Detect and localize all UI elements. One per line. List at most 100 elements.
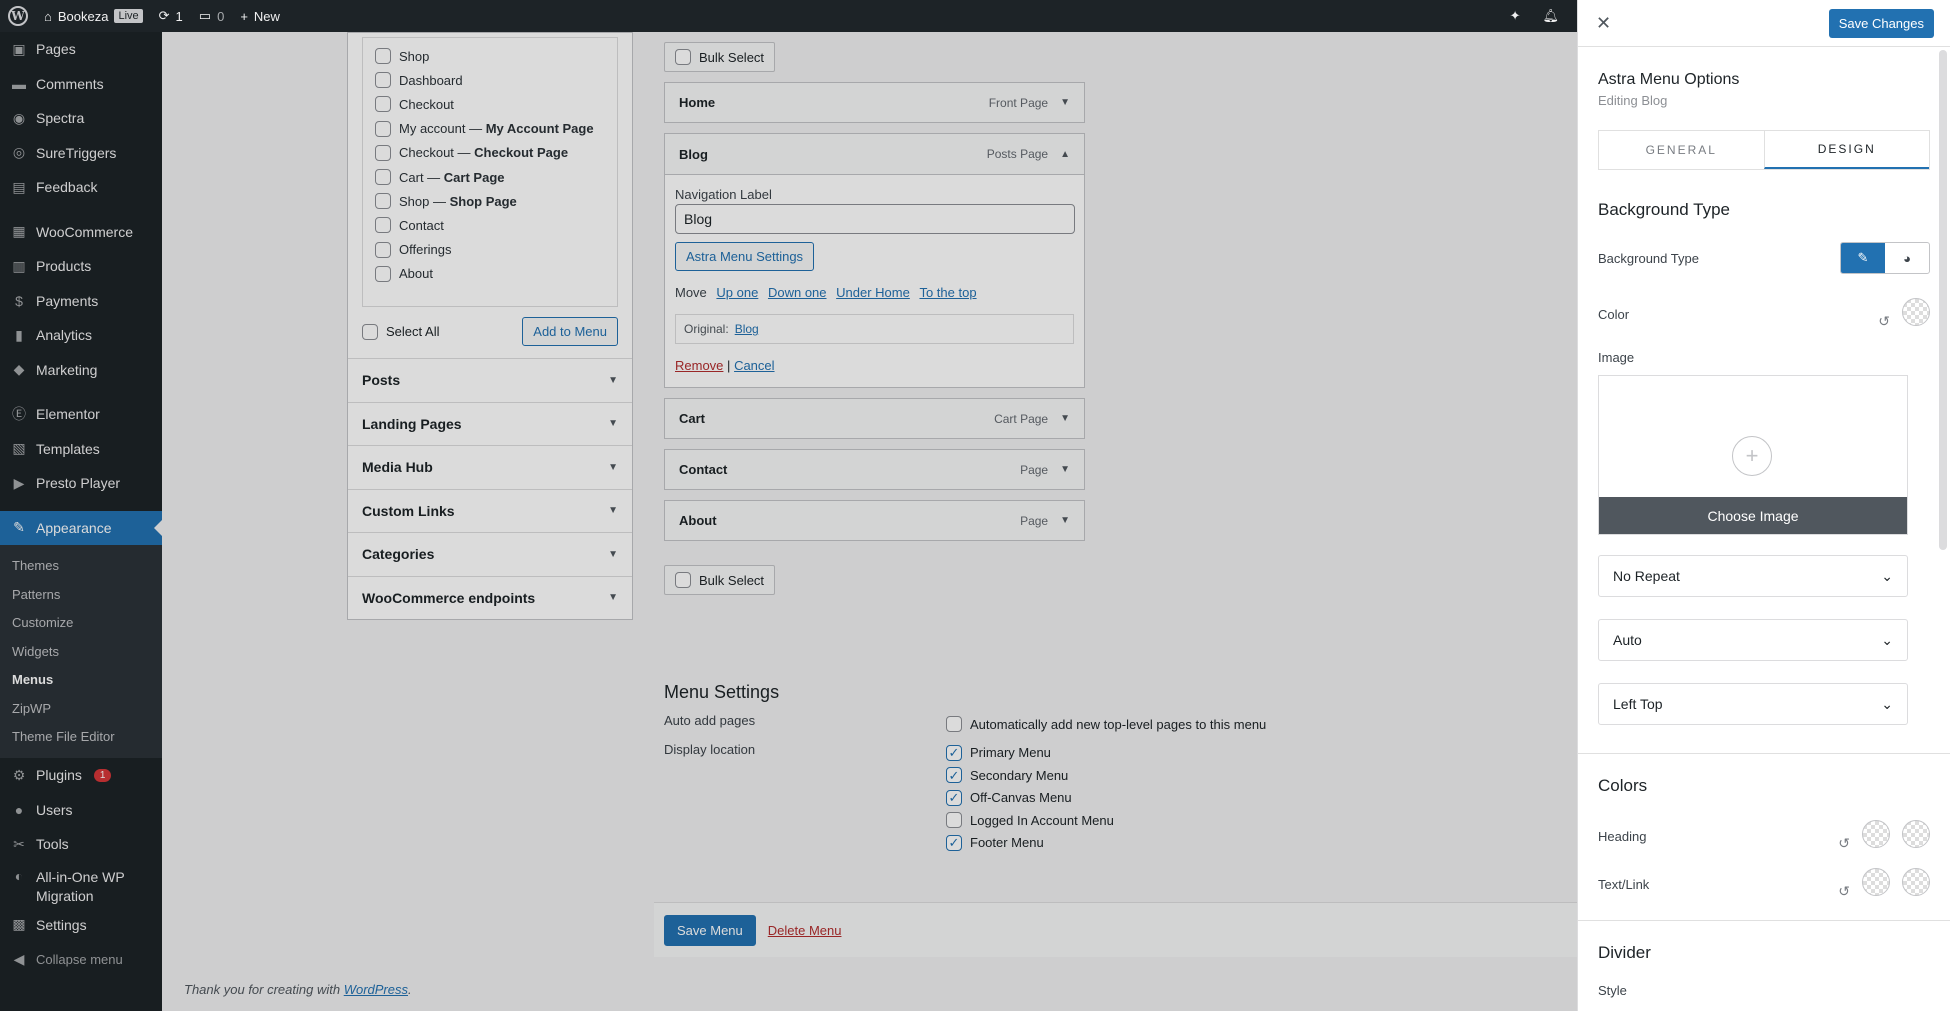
menu-item-home[interactable]: Home Front Page ▼ (664, 82, 1085, 123)
accordion-section-custom-links[interactable]: Custom Links ▼ (348, 488, 632, 533)
page-option[interactable]: About (375, 262, 605, 286)
bulk-select-checkbox[interactable] (675, 49, 691, 65)
submenu-item-customize[interactable]: Customize (0, 609, 162, 638)
location-checkbox[interactable] (946, 744, 962, 761)
ai-sparkle-button[interactable]: ✦ (1502, 0, 1529, 32)
sidebar-item-analytics[interactable]: ▮ Analytics (0, 318, 162, 353)
wordpress-link[interactable]: WordPress (344, 982, 408, 997)
chevron-down-icon[interactable]: ▼ (1060, 464, 1070, 475)
sidebar-item-settings[interactable]: ▩ Settings (0, 908, 162, 943)
cancel-item-link[interactable]: Cancel (734, 358, 774, 373)
auto-add-checkbox[interactable]: Automatically add new top-level pages to… (946, 713, 1266, 736)
move-to-top-link[interactable]: To the top (919, 285, 976, 300)
sidebar-item-spectra[interactable]: ◉ Spectra (0, 101, 162, 136)
new-content-menu[interactable]: + New (232, 0, 288, 32)
astra-menu-settings-button[interactable]: Astra Menu Settings (675, 242, 815, 271)
accordion-section-posts[interactable]: Posts ▼ (348, 358, 632, 402)
sidebar-item-products[interactable]: ▥ Products (0, 249, 162, 284)
menu-item-cart[interactable]: Cart Cart Page ▼ (664, 398, 1085, 439)
wp-logo-menu[interactable]: W (0, 0, 36, 32)
menu-item-about[interactable]: About Page ▼ (664, 500, 1085, 541)
location-checkbox[interactable] (946, 834, 962, 851)
page-checkbox[interactable] (375, 193, 391, 210)
panel-scrollbar[interactable] (1939, 50, 1947, 550)
chevron-down-icon[interactable]: ▼ (1060, 515, 1070, 526)
location-primary-menu[interactable]: Primary Menu (946, 742, 1114, 765)
submenu-item-theme-file-editor[interactable]: Theme File Editor (0, 723, 162, 752)
accordion-section-woocommerce-endpoints[interactable]: WooCommerce endpoints ▼ (348, 575, 632, 620)
reset-icon[interactable]: ↺ (1838, 883, 1850, 899)
page-option[interactable]: Dashboard (375, 68, 605, 92)
paint-brush-icon[interactable]: ✎ (1841, 243, 1885, 273)
comments-menu[interactable]: ▭ 0 (191, 0, 233, 32)
sidebar-item-elementor[interactable]: Ⓔ Elementor (0, 397, 162, 432)
chevron-up-icon[interactable]: ▲ (1060, 149, 1070, 160)
accordion-section-media-hub[interactable]: Media Hub ▼ (348, 445, 632, 489)
collapse-menu-button[interactable]: ◀ Collapse menu (0, 942, 162, 977)
sidebar-item-presto-player[interactable]: ▶ Presto Player (0, 466, 162, 501)
sidebar-item-templates[interactable]: ▧ Templates (0, 432, 162, 467)
sidebar-item-tools[interactable]: ✂ Tools (0, 827, 162, 862)
move-up-one-link[interactable]: Up one (716, 285, 758, 300)
submenu-item-zipwp[interactable]: ZipWP (0, 694, 162, 723)
bulk-select-checkbox[interactable] (675, 572, 691, 588)
original-link[interactable]: Blog (735, 322, 759, 336)
color-swatch[interactable] (1902, 298, 1930, 326)
notifications-button[interactable]: 🔔︎ (1534, 0, 1567, 32)
page-checkbox[interactable] (375, 48, 391, 65)
submenu-item-patterns[interactable]: Patterns (0, 580, 162, 609)
page-checkbox[interactable] (375, 217, 391, 234)
chevron-down-icon[interactable]: ▼ (1060, 97, 1070, 108)
location-footer-menu[interactable]: Footer Menu (946, 832, 1114, 855)
location-checkbox[interactable] (946, 789, 962, 806)
sidebar-item-pages[interactable]: ▣ Pages (0, 32, 162, 67)
remove-item-link[interactable]: Remove (675, 358, 723, 373)
tab-general[interactable]: GENERAL (1599, 131, 1764, 169)
location-secondary-menu[interactable]: Secondary Menu (946, 764, 1114, 787)
submenu-item-widgets[interactable]: Widgets (0, 637, 162, 666)
location-off-canvas-menu[interactable]: Off-Canvas Menu (946, 787, 1114, 810)
sidebar-item-suretriggers[interactable]: ◎ SureTriggers (0, 136, 162, 171)
site-name-menu[interactable]: ⌂ Bookeza Live (36, 0, 151, 32)
page-checkbox[interactable] (375, 169, 391, 186)
sidebar-item-appearance[interactable]: ✎ Appearance (0, 510, 162, 545)
reset-icon[interactable]: ↺ (1878, 313, 1890, 329)
textlink-hover-swatch[interactable] (1902, 868, 1930, 896)
updates-menu[interactable]: ⟳ 1 (151, 0, 191, 32)
page-checkbox[interactable] (375, 144, 391, 161)
submenu-item-menus[interactable]: Menus (0, 666, 162, 695)
sidebar-item-payments[interactable]: $ Payments (0, 284, 162, 319)
close-icon[interactable]: ✕ (1596, 13, 1611, 34)
sidebar-item-all-in-one-migration[interactable]: ◐ All-in-One WP Migration (0, 862, 162, 908)
location-logged-in-account-menu[interactable]: Logged In Account Menu (946, 809, 1114, 832)
page-option[interactable]: Shop — Shop Page (375, 189, 605, 213)
page-checkbox[interactable] (375, 265, 391, 282)
tab-design[interactable]: DESIGN (1763, 131, 1929, 169)
move-under-home-link[interactable]: Under Home (836, 285, 910, 300)
move-down-one-link[interactable]: Down one (768, 285, 827, 300)
image-upload-box[interactable]: + Choose Image (1598, 375, 1908, 535)
page-checkbox[interactable] (375, 120, 391, 137)
submenu-item-themes[interactable]: Themes (0, 552, 162, 581)
save-changes-button[interactable]: Save Changes (1828, 8, 1934, 38)
background-position-select[interactable]: Left Top ⌄ (1598, 683, 1908, 725)
page-option[interactable]: Cart — Cart Page (375, 165, 605, 189)
sidebar-item-comments[interactable]: ▬ Comments (0, 67, 162, 102)
sidebar-item-feedback[interactable]: ▤ Feedback (0, 170, 162, 205)
page-option[interactable]: Contact (375, 213, 605, 237)
bulk-select-bottom[interactable]: Bulk Select (664, 565, 776, 595)
choose-image-button[interactable]: Choose Image (1599, 497, 1907, 534)
page-checkbox[interactable] (375, 241, 391, 258)
sidebar-item-users[interactable]: ● Users (0, 793, 162, 828)
page-option[interactable]: My account — My Account Page (375, 117, 605, 141)
location-checkbox[interactable] (946, 767, 962, 784)
background-size-select[interactable]: Auto ⌄ (1598, 619, 1908, 661)
sidebar-item-marketing[interactable]: ◆ Marketing (0, 353, 162, 388)
gradient-icon[interactable]: ◕ (1885, 243, 1929, 273)
sidebar-item-plugins[interactable]: ⚙ Plugins 1 (0, 758, 162, 793)
textlink-color-swatch[interactable] (1862, 868, 1890, 896)
menu-item-blog-header[interactable]: Blog Posts Page ▲ (665, 134, 1084, 175)
delete-menu-link[interactable]: Delete Menu (768, 923, 842, 938)
accordion-section-categories[interactable]: Categories ▼ (348, 532, 632, 576)
page-option[interactable]: Checkout — Checkout Page (375, 141, 605, 165)
